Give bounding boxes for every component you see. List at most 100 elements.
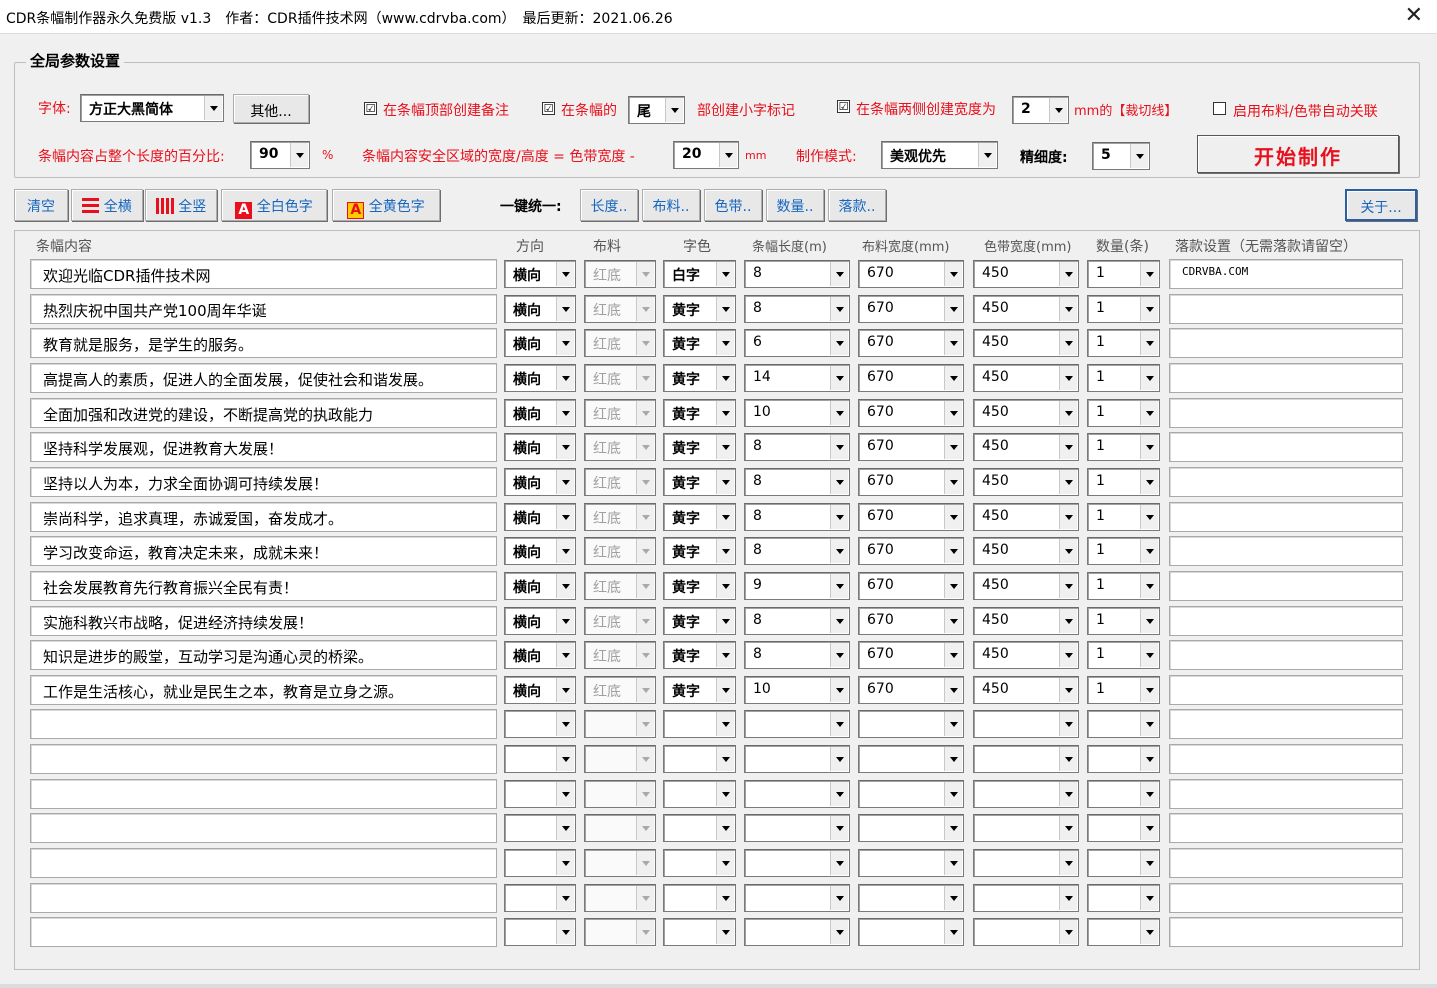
qty-select[interactable]: 1 xyxy=(1087,572,1160,600)
qty-select[interactable]: 1 xyxy=(1087,399,1160,427)
length-select[interactable]: 8 xyxy=(744,468,850,496)
chevron-down-icon[interactable] xyxy=(1059,262,1077,286)
length-select[interactable]: 8 xyxy=(744,503,850,531)
chevron-down-icon[interactable] xyxy=(636,747,654,771)
chevron-down-icon[interactable] xyxy=(944,678,962,702)
chevron-down-icon[interactable] xyxy=(636,297,654,321)
bwidth-select[interactable]: 450 xyxy=(973,641,1079,669)
chevron-down-icon[interactable] xyxy=(1140,886,1158,910)
fwidth-select[interactable]: 670 xyxy=(858,676,964,704)
content-input[interactable]: 热烈庆祝中国共产党100周年华诞 xyxy=(30,294,497,324)
fabric-select[interactable]: 红底 xyxy=(584,641,656,669)
chevron-down-icon[interactable] xyxy=(556,747,574,771)
qty-select[interactable]: 1 xyxy=(1087,364,1160,392)
chevron-down-icon[interactable] xyxy=(716,262,734,286)
percent-select[interactable]: 90 xyxy=(250,141,310,169)
length-select[interactable]: 10 xyxy=(744,399,850,427)
chevron-down-icon[interactable] xyxy=(830,712,848,736)
small-mark-position-select[interactable]: 尾 xyxy=(628,96,685,124)
fabric-select[interactable]: 红底 xyxy=(584,676,656,704)
content-input[interactable]: 实施科教兴市战略，促进经济持续发展！ xyxy=(30,606,497,636)
fwidth-select[interactable] xyxy=(858,814,964,842)
bwidth-select[interactable]: 450 xyxy=(973,399,1079,427)
chevron-down-icon[interactable] xyxy=(944,609,962,633)
chevron-down-icon[interactable] xyxy=(1059,609,1077,633)
chevron-down-icon[interactable] xyxy=(716,747,734,771)
chevron-down-icon[interactable] xyxy=(719,143,737,167)
dir-select[interactable]: 横向 xyxy=(504,676,576,704)
fwidth-select[interactable] xyxy=(858,780,964,808)
content-input[interactable] xyxy=(30,848,497,878)
color-select[interactable] xyxy=(663,884,736,912)
length-select[interactable]: 10 xyxy=(744,676,850,704)
chevron-down-icon[interactable] xyxy=(636,331,654,355)
chevron-down-icon[interactable] xyxy=(944,920,962,944)
chevron-down-icon[interactable] xyxy=(830,401,848,425)
chevron-down-icon[interactable] xyxy=(556,643,574,667)
chevron-down-icon[interactable] xyxy=(716,435,734,459)
color-select[interactable]: 黄字 xyxy=(663,433,736,461)
chevron-down-icon[interactable] xyxy=(636,643,654,667)
dir-select[interactable] xyxy=(504,780,576,808)
fabric-select[interactable] xyxy=(584,745,656,773)
chevron-down-icon[interactable] xyxy=(830,678,848,702)
qty-select[interactable]: 1 xyxy=(1087,537,1160,565)
chevron-down-icon[interactable] xyxy=(556,712,574,736)
bwidth-select[interactable]: 450 xyxy=(973,572,1079,600)
chevron-down-icon[interactable] xyxy=(1059,643,1077,667)
chevron-down-icon[interactable] xyxy=(830,297,848,321)
chevron-down-icon[interactable] xyxy=(830,851,848,875)
bwidth-select[interactable] xyxy=(973,710,1079,738)
chevron-down-icon[interactable] xyxy=(978,143,996,167)
chevron-down-icon[interactable] xyxy=(716,470,734,494)
start-button[interactable]: 开始制作 xyxy=(1197,135,1399,173)
bwidth-select[interactable] xyxy=(973,918,1079,946)
chevron-down-icon[interactable] xyxy=(556,609,574,633)
content-input[interactable]: 坚持科学发展观，促进教育大发展！ xyxy=(30,432,497,462)
signature-input[interactable] xyxy=(1169,571,1403,601)
chevron-down-icon[interactable] xyxy=(1059,782,1077,806)
signature-input[interactable] xyxy=(1169,363,1403,393)
chevron-down-icon[interactable] xyxy=(944,262,962,286)
content-input[interactable]: 学习改变命运，教育决定未来，成就未来！ xyxy=(30,536,497,566)
fabric-select[interactable] xyxy=(584,884,656,912)
length-select[interactable]: 6 xyxy=(744,329,850,357)
chevron-down-icon[interactable] xyxy=(1140,366,1158,390)
chevron-down-icon[interactable] xyxy=(1140,574,1158,598)
qty-select[interactable] xyxy=(1087,780,1160,808)
signature-input[interactable] xyxy=(1169,502,1403,532)
color-select[interactable]: 黄字 xyxy=(663,295,736,323)
close-icon[interactable]: ✕ xyxy=(1405,4,1423,28)
chevron-down-icon[interactable] xyxy=(944,712,962,736)
chevron-down-icon[interactable] xyxy=(1059,851,1077,875)
dir-select[interactable]: 横向 xyxy=(504,572,576,600)
dir-select[interactable]: 横向 xyxy=(504,537,576,565)
length-select[interactable] xyxy=(744,745,850,773)
chevron-down-icon[interactable] xyxy=(1140,712,1158,736)
chevron-down-icon[interactable] xyxy=(1049,98,1067,122)
bwidth-select[interactable] xyxy=(973,814,1079,842)
color-select[interactable] xyxy=(663,745,736,773)
fabric-select[interactable]: 红底 xyxy=(584,537,656,565)
signature-input[interactable] xyxy=(1169,432,1403,462)
cut-line-checkbox[interactable]: ☑ xyxy=(837,100,850,113)
qty-select[interactable]: 1 xyxy=(1087,329,1160,357)
chevron-down-icon[interactable] xyxy=(665,98,683,122)
bwidth-select[interactable] xyxy=(973,745,1079,773)
chevron-down-icon[interactable] xyxy=(944,886,962,910)
all-yellow-text-button[interactable]: A 全黄色字 xyxy=(332,189,440,221)
chevron-down-icon[interactable] xyxy=(636,782,654,806)
content-input[interactable] xyxy=(30,779,497,809)
chevron-down-icon[interactable] xyxy=(556,851,574,875)
color-select[interactable]: 黄字 xyxy=(663,329,736,357)
fwidth-select[interactable]: 670 xyxy=(858,641,964,669)
chevron-down-icon[interactable] xyxy=(1140,678,1158,702)
dir-select[interactable]: 横向 xyxy=(504,329,576,357)
chevron-down-icon[interactable] xyxy=(1059,401,1077,425)
qty-select[interactable] xyxy=(1087,710,1160,738)
fwidth-select[interactable]: 670 xyxy=(858,364,964,392)
unify-band-button[interactable]: 色带.. xyxy=(704,189,762,221)
chevron-down-icon[interactable] xyxy=(636,505,654,529)
length-select[interactable] xyxy=(744,710,850,738)
content-input[interactable]: 知识是进步的殿堂，互动学习是沟通心灵的桥梁。 xyxy=(30,640,497,670)
